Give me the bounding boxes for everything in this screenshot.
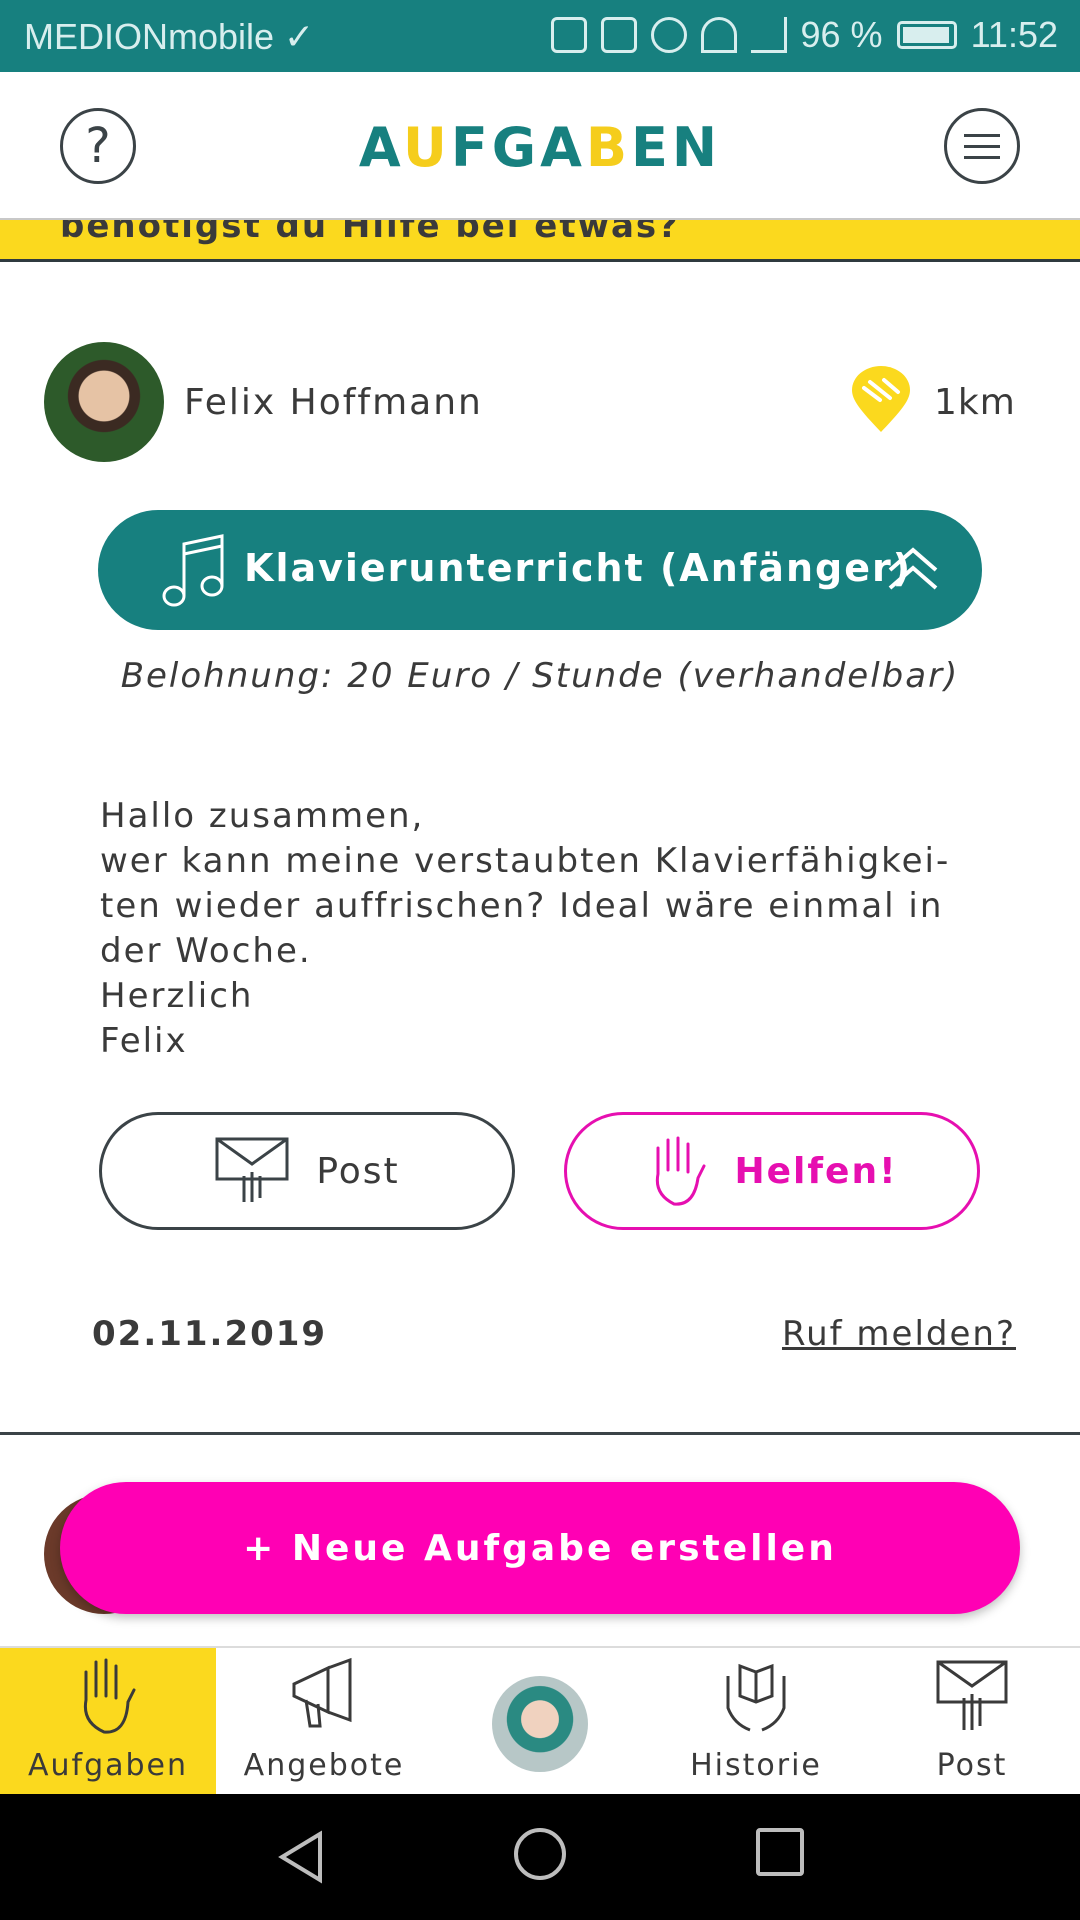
vibrate-icon — [600, 17, 637, 53]
menu-button[interactable] — [944, 108, 1020, 184]
hand-icon — [83, 1658, 136, 1734]
card-divider — [0, 1432, 1080, 1435]
carrier-label: MEDIONmobile ✓ — [24, 16, 315, 57]
task-date: 02.11.2019 — [92, 1314, 328, 1354]
battery-icon — [896, 21, 957, 49]
home-icon[interactable] — [514, 1828, 566, 1880]
create-task-button[interactable]: + Neue Aufgabe erstellen — [60, 1482, 1020, 1614]
category-toggle[interactable]: Klavierunterricht (Anfänger) — [98, 510, 982, 630]
nav-label: Historie — [690, 1748, 822, 1783]
reward-text: Belohnung: 20 Euro / Stunde (verhandelba… — [120, 656, 960, 696]
signal-icon — [750, 17, 787, 53]
nav-item-aufgaben[interactable]: Aufgaben — [0, 1648, 216, 1796]
system-nav-bar — [0, 1794, 1080, 1920]
app-header: ? AUFGABEN — [0, 72, 1080, 220]
megaphone-icon — [292, 1657, 352, 1728]
user-name: Felix Hoffmann — [184, 382, 483, 423]
help-button-label: Helfen! — [734, 1150, 898, 1192]
status-bar: MEDIONmobile ✓ 96 % 11:52 — [0, 0, 1080, 72]
nav-item-post[interactable]: Post — [864, 1648, 1080, 1796]
user-avatar[interactable] — [44, 342, 164, 462]
help-banner: benötigst du Hilfe bei etwas? — [0, 220, 1080, 262]
mail-hand-icon — [215, 1137, 289, 1202]
nfc-icon — [550, 17, 587, 53]
status-icons: 96 % 11:52 — [550, 14, 1058, 56]
nav-item-angebote[interactable]: Angebote — [216, 1648, 432, 1796]
bottom-nav: Aufgaben Angebote Historie Post — [0, 1646, 1080, 1796]
post-button-label: Post — [316, 1150, 400, 1192]
category-label: Klavierunterricht (Anfänger) — [244, 546, 913, 590]
alarm-icon — [650, 17, 687, 53]
nav-label: Post — [936, 1748, 1008, 1783]
hamburger-icon — [964, 133, 1000, 137]
location-pin-icon — [852, 366, 910, 432]
hands-book-icon — [726, 1663, 786, 1732]
wifi-icon — [700, 17, 737, 53]
page-title: AUFGABEN — [358, 116, 722, 179]
post-button[interactable]: Post — [99, 1112, 515, 1230]
music-note-icon — [162, 534, 224, 607]
nav-item-profile[interactable] — [432, 1648, 648, 1796]
recent-apps-icon[interactable] — [756, 1828, 804, 1876]
nav-item-historie[interactable]: Historie — [648, 1648, 864, 1796]
hand-icon — [656, 1136, 706, 1206]
profile-avatar — [492, 1676, 588, 1772]
battery-percent: 96 % — [800, 14, 883, 55]
back-icon[interactable] — [276, 1830, 326, 1884]
distance-label: 1km — [934, 382, 1016, 423]
nav-label: Angebote — [243, 1748, 405, 1783]
chevron-up-icon — [888, 547, 938, 590]
report-link[interactable]: Ruf melden? — [782, 1314, 1016, 1354]
mail-hand-icon — [936, 1660, 1008, 1730]
banner-text: benötigst du Hilfe bei etwas? — [60, 220, 680, 246]
nav-label: Aufgaben — [27, 1748, 189, 1783]
help-offer-button[interactable]: Helfen! — [564, 1112, 980, 1230]
task-message: Hallo zusammen, wer kann meine verstaubt… — [100, 796, 951, 1061]
clock: 11:52 — [970, 14, 1058, 55]
